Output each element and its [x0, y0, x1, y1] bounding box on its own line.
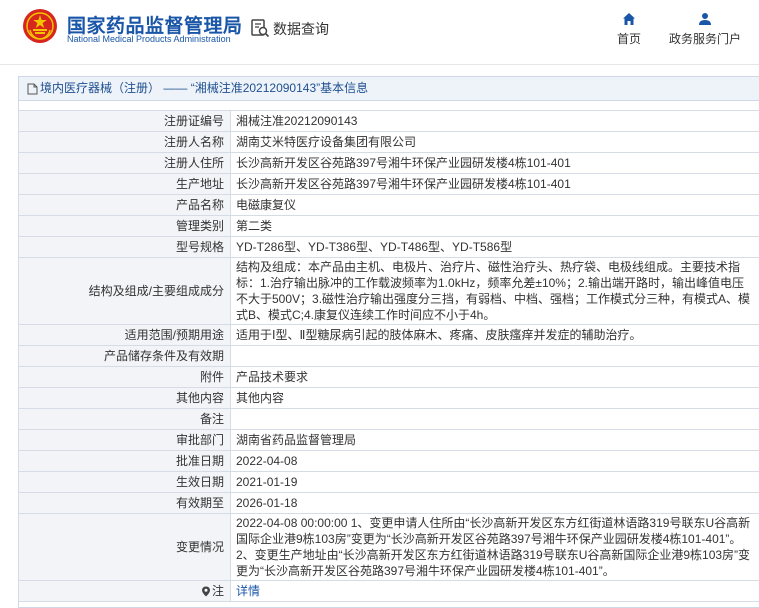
nav-portal-link[interactable]: 政务服务门户	[665, 12, 745, 47]
table-row: 管理类别第二类	[19, 216, 759, 237]
table-row: 注册证编号湘械注准20212090143	[19, 111, 759, 132]
breadcrumb-title: “湘械注准20212090143”基本信息	[191, 81, 368, 95]
table-row: 结构及组成/主要组成成分结构及组成：本产品由主机、电极片、治疗片、磁性治疗头、热…	[19, 258, 759, 325]
data-query-label: 数据查询	[273, 19, 329, 39]
row-label: 审批部门	[19, 430, 231, 451]
row-value: 长沙高新开发区谷苑路397号湘牛环保产业园研发楼4栋101-401	[231, 153, 759, 174]
row-value: YD-T286型、YD-T386型、YD-T486型、YD-T586型	[231, 237, 759, 258]
table-row: 有效期至2026-01-18	[19, 493, 759, 514]
row-label: 注	[212, 584, 224, 598]
row-label: 结构及组成/主要组成成分	[19, 258, 231, 325]
row-value: 2022-04-08 00:00:00 1、变更申请人住所由“长沙高新开发区东方…	[231, 514, 759, 581]
table-row: 注册人名称湖南艾米特医疗设备集团有限公司	[19, 132, 759, 153]
national-emblem-icon	[22, 8, 58, 44]
nav-home-label: 首页	[617, 32, 641, 46]
note-label-cell: 注	[19, 581, 231, 602]
details-link[interactable]: 详情	[236, 584, 260, 598]
row-value	[231, 409, 759, 430]
breadcrumb-category[interactable]: 境内医疗器械（注册）	[40, 81, 160, 95]
row-value: 湖南省药品监督管理局	[231, 430, 759, 451]
pin-icon	[201, 586, 211, 597]
row-value	[231, 346, 759, 367]
row-value: 2021-01-19	[231, 472, 759, 493]
row-label: 产品名称	[19, 195, 231, 216]
row-value-cell: 详情	[231, 581, 759, 602]
row-value: 结构及组成：本产品由主机、电极片、治疗片、磁性治疗头、热疗袋、电极线组成。主要技…	[231, 258, 759, 325]
row-label: 产品储存条件及有效期	[19, 346, 231, 367]
user-icon	[698, 12, 712, 26]
table-row: 变更情况2022-04-08 00:00:00 1、变更申请人住所由“长沙高新开…	[19, 514, 759, 581]
nav-portal-label: 政务服务门户	[669, 32, 741, 46]
table-row: 生产地址长沙高新开发区谷苑路397号湘牛环保产业园研发楼4栋101-401	[19, 174, 759, 195]
row-label: 其他内容	[19, 388, 231, 409]
row-value: 长沙高新开发区谷苑路397号湘牛环保产业园研发楼4栋101-401	[231, 174, 759, 195]
table-row: 批准日期2022-04-08	[19, 451, 759, 472]
row-label: 变更情况	[19, 514, 231, 581]
table-row: 其他内容其他内容	[19, 388, 759, 409]
breadcrumb: 境内医疗器械（注册） —— “湘械注准20212090143”基本信息	[19, 77, 759, 101]
row-value: 适用于Ⅰ型、Ⅱ型糖尿病引起的肢体麻木、疼痛、皮肤瘙痒并发症的辅助治疗。	[231, 325, 759, 346]
row-value: 湖南艾米特医疗设备集团有限公司	[231, 132, 759, 153]
table-row: 型号规格YD-T286型、YD-T386型、YD-T486型、YD-T586型	[19, 237, 759, 258]
row-value: 其他内容	[231, 388, 759, 409]
table-row: 适用范围/预期用途适用于Ⅰ型、Ⅱ型糖尿病引起的肢体麻木、疼痛、皮肤瘙痒并发症的辅…	[19, 325, 759, 346]
row-label: 有效期至	[19, 493, 231, 514]
row-label: 注册人名称	[19, 132, 231, 153]
row-label: 生效日期	[19, 472, 231, 493]
row-value: 电磁康复仪	[231, 195, 759, 216]
document-icon	[27, 83, 38, 95]
row-label: 备注	[19, 409, 231, 430]
row-value: 湘械注准20212090143	[231, 111, 759, 132]
row-label: 型号规格	[19, 237, 231, 258]
table-row: 审批部门湖南省药品监督管理局	[19, 430, 759, 451]
row-label: 注册证编号	[19, 111, 231, 132]
table-row: 注 详情	[19, 581, 759, 602]
breadcrumb-separator: ——	[163, 81, 187, 95]
row-label: 注册人住所	[19, 153, 231, 174]
row-label: 适用范围/预期用途	[19, 325, 231, 346]
table-row: 附件产品技术要求	[19, 367, 759, 388]
table-row: 备注	[19, 409, 759, 430]
row-value: 2022-04-08	[231, 451, 759, 472]
table-row: 产品名称电磁康复仪	[19, 195, 759, 216]
table-row: 生效日期2021-01-19	[19, 472, 759, 493]
site-title-english: National Medical Products Administration	[67, 34, 231, 44]
row-label: 管理类别	[19, 216, 231, 237]
table-row: 注册人住所长沙高新开发区谷苑路397号湘牛环保产业园研发楼4栋101-401	[19, 153, 759, 174]
row-label: 批准日期	[19, 451, 231, 472]
detail-panel: 境内医疗器械（注册） —— “湘械注准20212090143”基本信息 注册证编…	[18, 76, 759, 608]
row-label: 附件	[19, 367, 231, 388]
data-query-icon	[250, 18, 270, 38]
nav-home-link[interactable]: 首页	[611, 12, 647, 47]
header-divider	[0, 64, 759, 65]
row-value: 第二类	[231, 216, 759, 237]
registration-info-table: 注册证编号湘械注准20212090143 注册人名称湖南艾米特医疗设备集团有限公…	[18, 110, 759, 602]
home-icon	[622, 12, 636, 26]
table-row: 产品储存条件及有效期	[19, 346, 759, 367]
row-value: 产品技术要求	[231, 367, 759, 388]
row-label: 生产地址	[19, 174, 231, 195]
row-value: 2026-01-18	[231, 493, 759, 514]
top-bar: 国家药品监督管理局 National Medical Products Admi…	[0, 0, 759, 70]
